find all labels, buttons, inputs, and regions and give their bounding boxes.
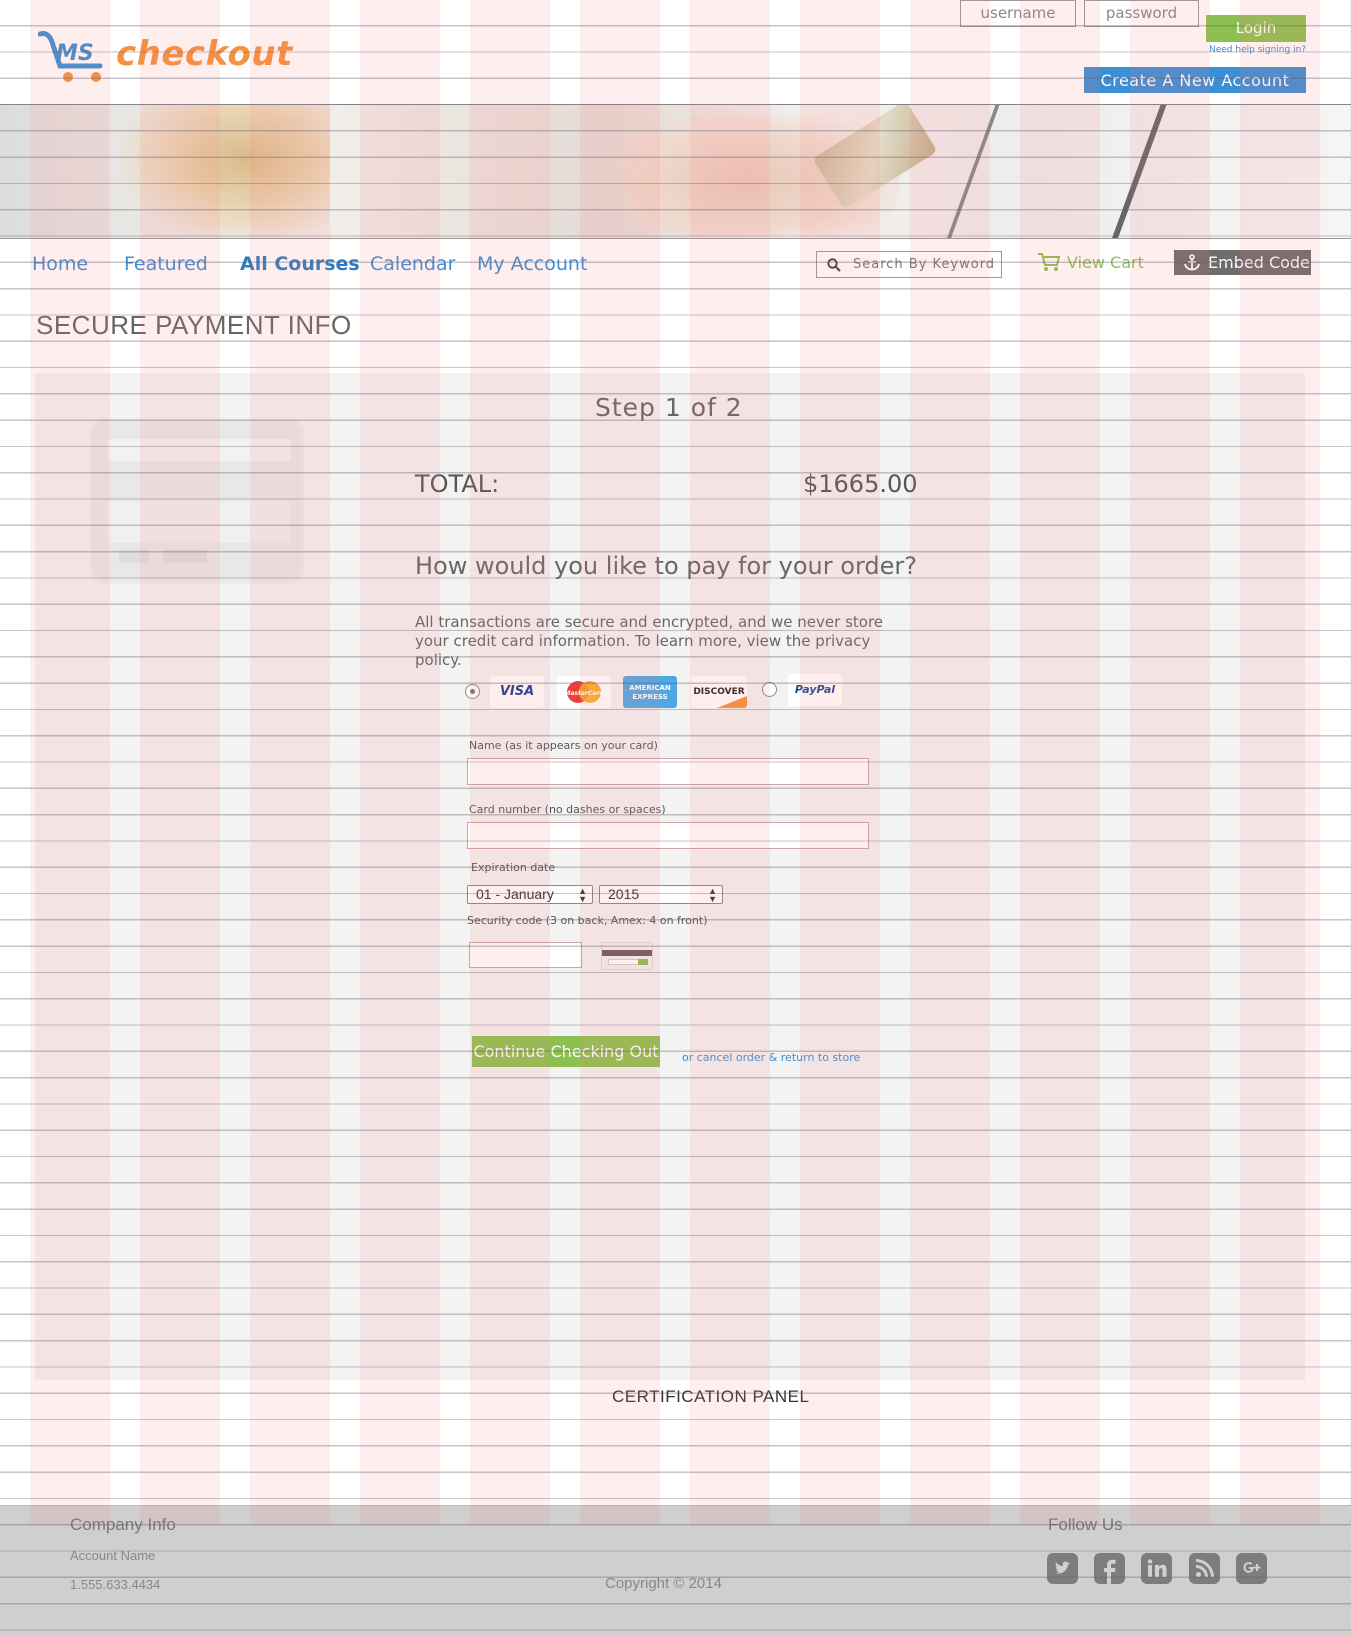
paypal-payment-radio[interactable] bbox=[762, 682, 777, 697]
discover-logo: DISCOVER bbox=[691, 676, 747, 708]
cardholder-name-input[interactable] bbox=[467, 758, 869, 785]
twitter-icon[interactable] bbox=[1047, 1553, 1078, 1584]
payment-question: How would you like to pay for your order… bbox=[415, 552, 917, 580]
paypal-logo: PayPal bbox=[788, 674, 842, 706]
page: MS checkout username password Login Need… bbox=[0, 0, 1351, 1636]
nav-calendar[interactable]: Calendar bbox=[370, 253, 455, 275]
select-arrows-icon: ▲ ▼ bbox=[708, 886, 717, 904]
nav-my-account[interactable]: My Account bbox=[477, 253, 587, 275]
search-placeholder: Search By Keyword bbox=[853, 257, 996, 272]
view-cart-link[interactable]: View Cart bbox=[1037, 252, 1144, 272]
visa-logo: VISA bbox=[490, 676, 544, 708]
company-info-heading: Company Info bbox=[70, 1515, 176, 1534]
anchor-icon bbox=[1184, 254, 1200, 271]
nav-home[interactable]: Home bbox=[32, 253, 88, 275]
logo[interactable]: MS checkout bbox=[37, 30, 293, 86]
expiration-year-select[interactable]: 2015 ▲ ▼ bbox=[599, 885, 723, 904]
search-icon bbox=[827, 258, 841, 272]
username-input[interactable]: username bbox=[960, 0, 1076, 27]
google-plus-icon[interactable] bbox=[1236, 1553, 1267, 1584]
copyright: Copyright © 2014 bbox=[605, 1575, 722, 1592]
credit-card-illustration-icon bbox=[90, 418, 304, 584]
mastercard-text: MasterCard bbox=[564, 690, 604, 697]
select-arrows-icon: ▲ ▼ bbox=[578, 886, 587, 904]
continue-checkout-button[interactable]: Continue Checking Out bbox=[472, 1036, 660, 1067]
phone-number: 1.555.633.4434 bbox=[70, 1577, 161, 1592]
cart-logo-icon: MS bbox=[37, 30, 114, 86]
hero-banner bbox=[0, 104, 1351, 239]
card-payment-radio[interactable] bbox=[465, 684, 480, 699]
mastercard-logo: MasterCard bbox=[557, 676, 611, 708]
search-input[interactable]: Search By Keyword bbox=[816, 251, 1002, 278]
security-code-input[interactable] bbox=[469, 942, 582, 968]
account-name: Account Name bbox=[70, 1548, 156, 1563]
step-indicator: Step 1 of 2 bbox=[595, 393, 743, 422]
create-account-button[interactable]: Create A New Account bbox=[1084, 67, 1306, 93]
name-label: Name (as it appears on your card) bbox=[469, 739, 658, 752]
cancel-order-link[interactable]: or cancel order & return to store bbox=[682, 1051, 860, 1064]
card-number-label: Card number (no dashes or spaces) bbox=[469, 803, 666, 816]
security-notice: All transactions are secure and encrypte… bbox=[415, 613, 884, 669]
view-cart-label: View Cart bbox=[1067, 252, 1144, 272]
expiration-month-value: 01 - January bbox=[476, 886, 554, 902]
security-code-label: Security code (3 on back, Amex: 4 on fro… bbox=[467, 914, 708, 927]
linkedin-icon[interactable] bbox=[1141, 1553, 1172, 1584]
expiration-year-value: 2015 bbox=[608, 886, 640, 902]
page-title: SECURE PAYMENT INFO bbox=[36, 310, 352, 340]
cvv-card-back-icon bbox=[601, 942, 653, 970]
certification-panel: CERTIFICATION PANEL bbox=[612, 1387, 810, 1406]
rss-icon[interactable] bbox=[1189, 1553, 1220, 1584]
password-input[interactable]: password bbox=[1084, 0, 1199, 27]
expiration-label: Expiration date bbox=[471, 861, 556, 874]
logo-text: checkout bbox=[116, 34, 293, 74]
logo-mark-text: MS bbox=[56, 41, 94, 66]
facebook-icon[interactable] bbox=[1094, 1553, 1125, 1584]
nav-all-courses[interactable]: All Courses bbox=[240, 253, 360, 275]
total-label: TOTAL: bbox=[415, 470, 500, 498]
amex-logo: AMERICAN EXPRESS bbox=[623, 676, 677, 708]
login-button[interactable]: Login bbox=[1206, 15, 1306, 42]
nav-featured[interactable]: Featured bbox=[124, 253, 208, 275]
embed-code-button[interactable]: Embed Code bbox=[1174, 250, 1311, 275]
expiration-month-select[interactable]: 01 - January ▲ ▼ bbox=[467, 885, 593, 904]
help-signin-link[interactable]: Need help signing in? bbox=[1209, 45, 1306, 55]
total-value: $1665.00 bbox=[803, 470, 918, 498]
embed-code-label: Embed Code bbox=[1208, 253, 1310, 272]
cart-icon bbox=[1038, 253, 1061, 271]
card-number-input[interactable] bbox=[467, 822, 869, 849]
follow-us-heading: Follow Us bbox=[1048, 1515, 1123, 1534]
